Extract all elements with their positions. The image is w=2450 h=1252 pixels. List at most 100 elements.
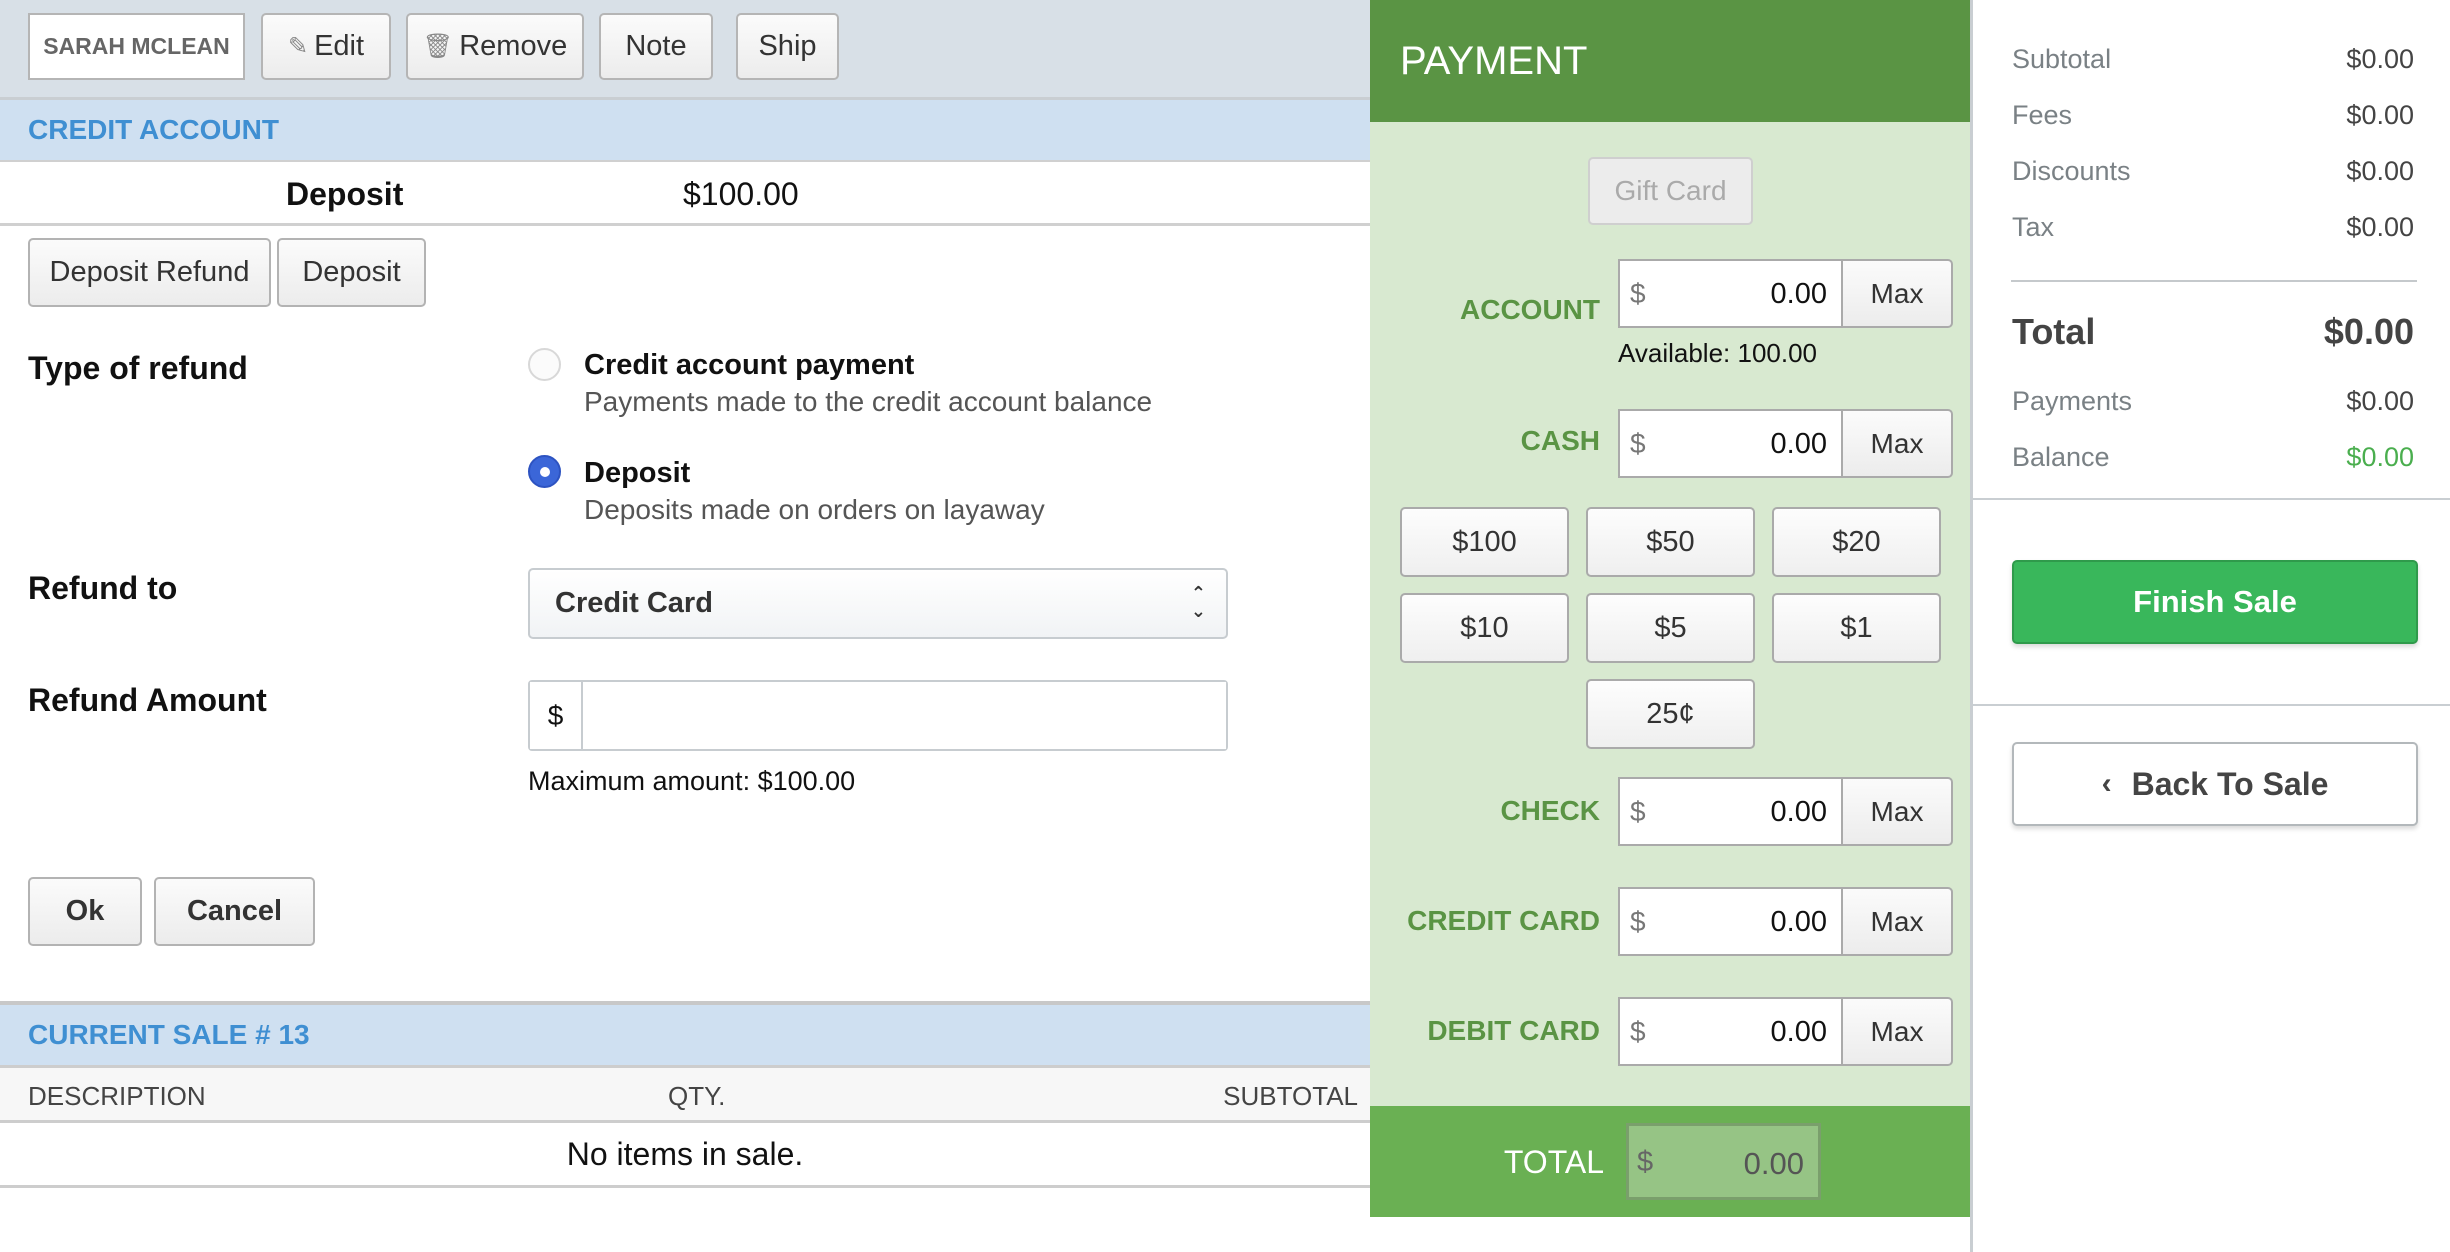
customer-name-button[interactable]: SARAH MCLEAN	[28, 13, 245, 80]
summary-divider	[2011, 280, 2417, 282]
type-of-refund-label: Type of refund	[28, 350, 248, 386]
cash-max-button[interactable]: Max	[1843, 409, 1953, 478]
payment-header: PAYMENT	[1370, 0, 1970, 122]
divider	[1973, 704, 2450, 706]
payment-label-debit-card: DEBIT CARD	[1427, 1015, 1600, 1046]
option-title: Credit account payment	[584, 349, 915, 381]
payment-panel: PAYMENT Gift Card ACCOUNT $ 0.00 Max Ava…	[1370, 0, 1970, 1217]
payment-account-group: $ 0.00 Max	[1618, 259, 1953, 328]
currency-addon: $	[530, 682, 583, 749]
cash-1-button[interactable]: $1	[1772, 593, 1941, 663]
edit-label: Edit	[314, 30, 365, 62]
credit-card-max-button[interactable]: Max	[1843, 887, 1953, 956]
summary-label: Payments	[2012, 386, 2133, 416]
max-label: Max	[1870, 277, 1924, 309]
empty-sale-message: No items in sale.	[0, 1123, 1370, 1188]
account-available: Available: 100.00	[1618, 338, 1818, 368]
debit-card-max-button[interactable]: Max	[1843, 997, 1953, 1066]
cash-button-label: $5	[1654, 611, 1687, 644]
summary-value: $0.00	[2346, 44, 2414, 74]
summary-label: Fees	[2012, 100, 2073, 130]
finish-sale-button[interactable]: Finish Sale	[2012, 560, 2418, 644]
note-label: Note	[625, 30, 687, 62]
summary-value: $0.00	[2346, 100, 2414, 130]
current-sale-header: CURRENT SALE # 13	[0, 1001, 1370, 1065]
check-amount-input[interactable]: $ 0.00	[1618, 777, 1843, 846]
summary-label: Subtotal	[2012, 44, 2112, 74]
max-label: Max	[1870, 427, 1924, 459]
summary-label: Tax	[2012, 212, 2055, 242]
ok-button[interactable]: Ok	[28, 877, 142, 946]
remove-customer-button[interactable]: 🗑 Remove	[406, 13, 584, 80]
summary-value: $0.00	[2346, 386, 2414, 416]
cash-button-label: $20	[1832, 525, 1881, 558]
payment-title: PAYMENT	[1400, 38, 1588, 83]
cancel-label: Cancel	[186, 895, 283, 927]
debit-card-amount-input[interactable]: $ 0.00	[1618, 997, 1843, 1066]
deposit-refund-button[interactable]: Deposit Refund	[28, 238, 271, 307]
credit-card-amount-input[interactable]: $ 0.00	[1618, 887, 1843, 956]
radio-credit-account-payment[interactable]	[528, 348, 561, 381]
summary-total-value: $0.00	[2323, 311, 2414, 352]
sale-table-header: DESCRIPTION QTY. SUBTOTAL	[0, 1065, 1370, 1123]
balance-value: $0.00	[2346, 442, 2414, 472]
payment-label-account: ACCOUNT	[1460, 294, 1600, 325]
max-label: Max	[1870, 1015, 1924, 1047]
sale-panel: SARAH MCLEAN ✎ Edit 🗑 Remove Note Ship C…	[0, 0, 1370, 1252]
currency-symbol: $	[1630, 1016, 1646, 1047]
pos-screen: SARAH MCLEAN ✎ Edit 🗑 Remove Note Ship C…	[0, 0, 2450, 1252]
gift-card-button[interactable]: Gift Card	[1588, 157, 1753, 225]
deposit-button-label: Deposit	[302, 256, 401, 288]
refund-to-label: Refund to	[28, 570, 178, 606]
max-label: Max	[1870, 795, 1924, 827]
sale-summary-panel: Subtotal $0.00 Fees $0.00 Discounts $0.0…	[1970, 0, 2450, 1252]
select-updown-icon: ⌃ ⌄	[1190, 583, 1206, 621]
refund-to-value: Credit Card	[555, 587, 713, 619]
check-amount-value: 0.00	[1770, 796, 1827, 828]
trash-icon: 🗑	[422, 33, 454, 60]
refund-to-select[interactable]: Credit Card ⌃ ⌄	[528, 568, 1228, 639]
refund-amount-label: Refund Amount	[28, 682, 267, 718]
chevron-left-icon: ‹	[2101, 767, 2112, 800]
deposit-refund-label: Deposit Refund	[49, 256, 250, 288]
payment-label-cash: CASH	[1520, 425, 1600, 456]
credit-card-amount-value: 0.00	[1770, 906, 1827, 938]
deposit-button[interactable]: Deposit	[277, 238, 426, 307]
cash-20-button[interactable]: $20	[1772, 507, 1941, 577]
ship-button[interactable]: Ship	[736, 13, 839, 80]
cash-amount-input[interactable]: $ 0.00	[1618, 409, 1843, 478]
payment-total-label: TOTAL	[1503, 1144, 1604, 1180]
cash-5-button[interactable]: $5	[1586, 593, 1755, 663]
payment-credit-card-group: $ 0.00 Max	[1618, 887, 1953, 956]
cancel-button[interactable]: Cancel	[154, 877, 315, 946]
remove-label: Remove	[459, 30, 568, 62]
cash-50-button[interactable]: $50	[1586, 507, 1755, 577]
maximum-amount-note: Maximum amount: $100.00	[528, 766, 856, 796]
cash-amount-value: 0.00	[1770, 428, 1827, 460]
currency-symbol: $	[1630, 278, 1646, 309]
column-qty: QTY.	[668, 1081, 726, 1111]
refund-amount-input[interactable]	[583, 682, 1226, 749]
summary-row-fees: Fees $0.00	[2012, 100, 2414, 131]
cash-button-label: 25¢	[1646, 697, 1695, 730]
account-amount-input[interactable]: $ 0.00	[1618, 259, 1843, 328]
customer-toolbar: SARAH MCLEAN ✎ Edit 🗑 Remove Note Ship	[0, 0, 1370, 100]
cash-25-cents-button[interactable]: 25¢	[1586, 679, 1755, 749]
deposit-balance-row: Deposit $100.00	[0, 160, 1370, 226]
cash-100-button[interactable]: $100	[1400, 507, 1569, 577]
summary-label: Discounts	[2012, 156, 2131, 186]
back-to-sale-button[interactable]: ‹ Back To Sale	[2012, 742, 2418, 826]
summary-row-discounts: Discounts $0.00	[2012, 156, 2414, 187]
check-max-button[interactable]: Max	[1843, 777, 1953, 846]
cash-10-button[interactable]: $10	[1400, 593, 1569, 663]
summary-row-payments: Payments $0.00	[2012, 386, 2414, 417]
current-sale-title: CURRENT SALE # 13	[28, 1019, 310, 1050]
cash-button-label: $50	[1646, 525, 1695, 558]
note-button[interactable]: Note	[599, 13, 713, 80]
gift-card-label: Gift Card	[1614, 175, 1727, 206]
divider	[1973, 498, 2450, 500]
account-max-button[interactable]: Max	[1843, 259, 1953, 328]
edit-customer-button[interactable]: ✎ Edit	[261, 13, 391, 80]
cash-button-label: $10	[1460, 611, 1509, 644]
radio-deposit[interactable]	[528, 455, 561, 488]
